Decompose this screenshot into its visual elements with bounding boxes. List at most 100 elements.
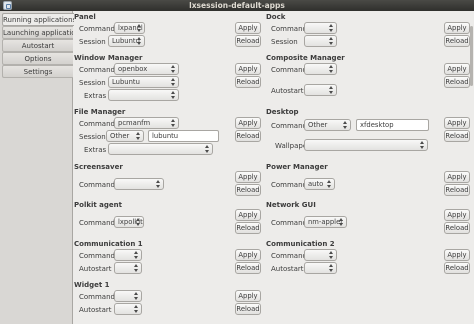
screensaver-apply-button[interactable]: Apply — [235, 171, 261, 183]
dock-session-select[interactable] — [304, 35, 337, 47]
network-apply-button[interactable]: Apply — [444, 209, 470, 221]
wm-session-select[interactable]: Lubuntu — [108, 76, 179, 88]
comm2-reload-button[interactable]: Reload — [444, 262, 470, 274]
network-command-label: Command — [271, 219, 307, 227]
fm-extras-label: Extras — [84, 146, 107, 154]
comm2-autostart-select[interactable] — [304, 262, 337, 274]
wm-command-select[interactable]: openbox — [114, 63, 179, 75]
power-reload-button[interactable]: Reload — [444, 184, 470, 196]
chevron-updown-icon — [343, 121, 348, 129]
fm-session-label: Session — [79, 133, 106, 141]
fm-session-select[interactable]: Other — [106, 130, 144, 142]
dock-command-label: Command — [271, 25, 307, 33]
network-command-select[interactable]: nm-applet — [304, 216, 347, 228]
comm1-autostart-select[interactable] — [114, 262, 142, 274]
wm-extras-select[interactable] — [108, 89, 179, 101]
tab-settings[interactable]: Settings — [2, 65, 73, 78]
composite-command-select[interactable] — [304, 63, 337, 75]
polkit-command-select[interactable]: lxpolkit — [114, 216, 144, 228]
screensaver-command-select[interactable] — [114, 178, 164, 190]
dock-command-select[interactable] — [304, 22, 337, 34]
polkit-reload-button[interactable]: Reload — [235, 222, 261, 234]
window-title: lxsession-default-apps — [189, 1, 285, 10]
screensaver-section-title: Screensaver — [74, 163, 123, 171]
comm1-apply-button[interactable]: Apply — [235, 249, 261, 261]
comm1-autostart-label: Autostart — [79, 265, 112, 273]
tab-autostart[interactable]: Autostart — [2, 39, 73, 52]
dock-reload-button[interactable]: Reload — [444, 35, 470, 47]
scrollbar-handle[interactable] — [470, 26, 473, 86]
widget1-autostart-select[interactable] — [114, 303, 142, 315]
power-command-label: Command — [271, 181, 307, 189]
fm-command-label: Command — [79, 120, 115, 128]
wm-command-label: Command — [79, 66, 115, 74]
chevron-updown-icon — [171, 91, 176, 99]
panel-session-select[interactable]: Lubuntu — [108, 35, 145, 47]
widget1-command-select[interactable] — [114, 290, 142, 302]
polkit-agent-section-title: Polkit agent — [74, 201, 122, 209]
dock-apply-button[interactable]: Apply — [444, 22, 470, 34]
composite-command-label: Command — [271, 66, 307, 74]
widget1-reload-button[interactable]: Reload — [235, 303, 261, 315]
power-manager-section-title: Power Manager — [266, 163, 328, 171]
screensaver-command-label: Command — [79, 181, 115, 189]
widget1-apply-button[interactable]: Apply — [235, 290, 261, 302]
desktop-command-select[interactable]: Other — [304, 119, 351, 131]
panel-apply-button[interactable]: Apply — [235, 22, 261, 34]
chevron-updown-icon — [327, 180, 332, 188]
desktop-section-title: Desktop — [266, 108, 299, 116]
chevron-updown-icon — [136, 132, 141, 140]
composite-apply-button[interactable]: Apply — [444, 63, 470, 75]
panel-command-select[interactable]: lxpanel — [114, 22, 145, 34]
comm1-reload-button[interactable]: Reload — [235, 262, 261, 274]
comm2-command-select[interactable] — [304, 249, 337, 261]
communication-2-section-title: Communication 2 — [266, 240, 335, 248]
comm2-autostart-label: Autostart — [271, 265, 304, 273]
chevron-updown-icon — [156, 180, 161, 188]
power-command-select[interactable]: auto — [304, 178, 335, 190]
screensaver-reload-button[interactable]: Reload — [235, 184, 261, 196]
sidebar-tabs: Running applications Launching applicati… — [0, 11, 74, 324]
file-manager-section-title: File Manager — [74, 108, 126, 116]
desktop-wallpaper-select[interactable] — [304, 139, 428, 151]
panel-command-label: Command — [79, 25, 115, 33]
fm-apply-button[interactable]: Apply — [235, 117, 261, 129]
polkit-apply-button[interactable]: Apply — [235, 209, 261, 221]
wm-reload-button[interactable]: Reload — [235, 76, 261, 88]
network-reload-button[interactable]: Reload — [444, 222, 470, 234]
fm-session-custom-input[interactable]: lubuntu — [148, 130, 219, 142]
panel-section-title: Panel — [74, 13, 96, 21]
dock-session-label: Session — [271, 38, 298, 46]
chevron-updown-icon — [329, 65, 334, 73]
fm-reload-button[interactable]: Reload — [235, 130, 261, 142]
chevron-updown-icon — [329, 24, 334, 32]
desktop-reload-button[interactable]: Reload — [444, 130, 470, 142]
chevron-updown-icon — [137, 37, 142, 45]
chevron-updown-icon — [329, 264, 334, 272]
composite-manager-section-title: Composite Manager — [266, 54, 345, 62]
chevron-updown-icon — [134, 264, 139, 272]
composite-autostart-select[interactable] — [304, 84, 337, 96]
tab-options[interactable]: Options — [2, 52, 73, 65]
window-titlebar[interactable]: lxsession-default-apps — [0, 0, 474, 11]
network-gui-section-title: Network GUI — [266, 201, 316, 209]
chevron-updown-icon — [205, 145, 210, 153]
fm-extras-select[interactable] — [108, 143, 213, 155]
wm-apply-button[interactable]: Apply — [235, 63, 261, 75]
tab-running-applications[interactable]: Running applications — [2, 13, 74, 26]
desktop-apply-button[interactable]: Apply — [444, 117, 470, 129]
desktop-command-custom-input[interactable]: xfdesktop — [356, 119, 429, 131]
chevron-updown-icon — [171, 119, 176, 127]
comm2-apply-button[interactable]: Apply — [444, 249, 470, 261]
tab-launching-applications[interactable]: Launching applications — [2, 26, 73, 39]
composite-reload-button[interactable]: Reload — [444, 76, 470, 88]
wm-session-label: Session — [79, 79, 106, 87]
comm1-command-select[interactable] — [114, 249, 142, 261]
power-apply-button[interactable]: Apply — [444, 171, 470, 183]
chevron-updown-icon — [134, 251, 139, 259]
fm-command-select[interactable]: pcmanfm — [114, 117, 179, 129]
chevron-updown-icon — [329, 251, 334, 259]
panel-session-label: Session — [79, 38, 106, 46]
desktop-command-label: Command — [271, 122, 307, 130]
panel-reload-button[interactable]: Reload — [235, 35, 261, 47]
